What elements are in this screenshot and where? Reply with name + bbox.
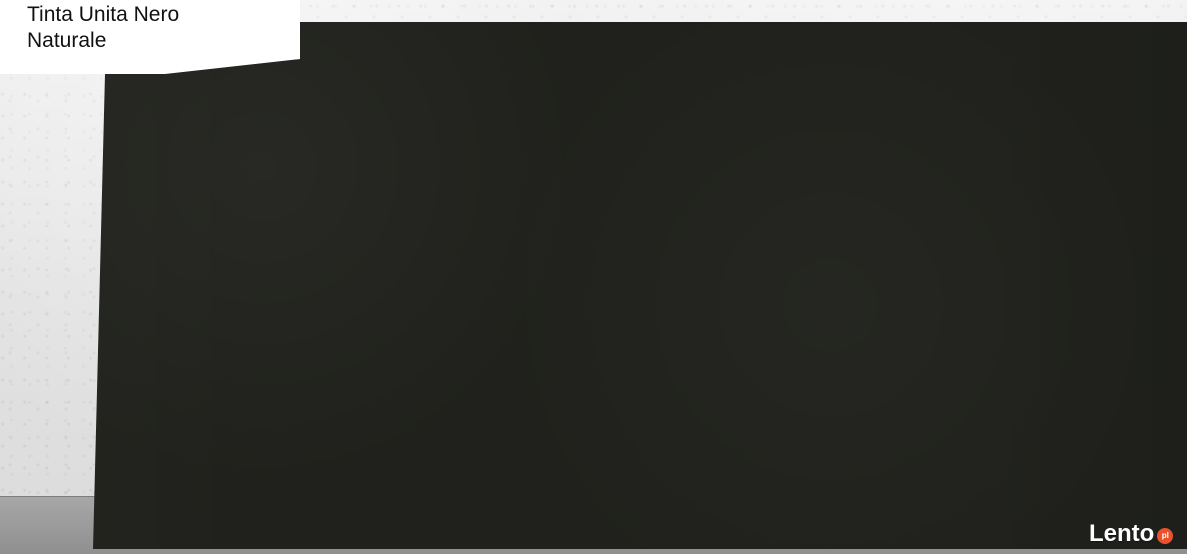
product-title-line-2: Naturale [27,29,107,52]
product-photo: Tinta Unita Nero Naturale Lento pl [0,0,1187,554]
product-title-line-1: Tinta Unita Nero [27,3,180,26]
watermark-logo: Lento pl [1089,519,1174,549]
product-label-card: Tinta Unita Nero Naturale [0,0,300,74]
pl-badge-icon: pl [1157,528,1174,544]
black-stone-slab [93,22,1187,549]
watermark-text: Lento [1089,520,1155,547]
